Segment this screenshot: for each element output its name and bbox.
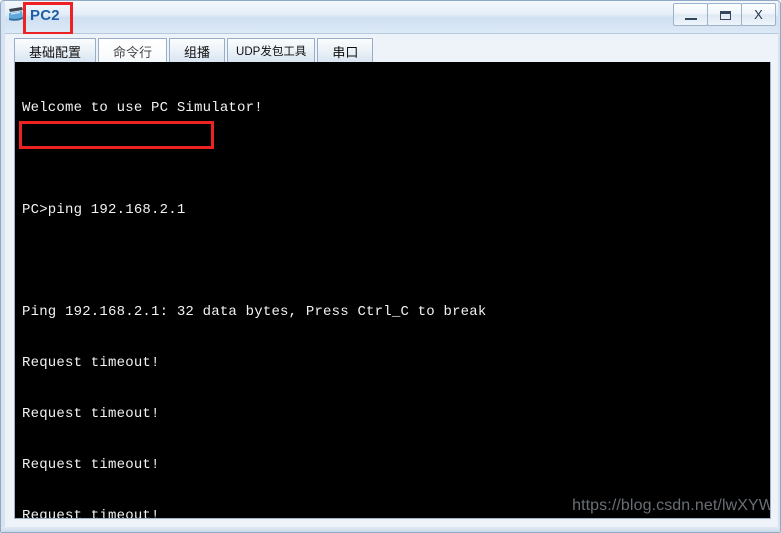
- terminal-text: Welcome to use PC Simulator! PC>ping 192…: [22, 66, 487, 519]
- tab-bar: 基础配置 命令行 组播 UDP发包工具 串口: [14, 37, 375, 63]
- window-controls: X: [673, 3, 776, 27]
- terminal-line: Request timeout!: [22, 355, 160, 371]
- tab-label: 组播: [184, 44, 211, 60]
- title-bar: PC2 X: [1, 1, 780, 35]
- terminal-line: Request timeout!: [22, 457, 160, 473]
- terminal-line: Request timeout!: [22, 406, 160, 422]
- terminal-line: Request timeout!: [22, 508, 160, 519]
- tab-label: 串口: [332, 44, 359, 60]
- terminal-line: Welcome to use PC Simulator!: [22, 100, 263, 116]
- tab-label: 基础配置: [29, 44, 82, 60]
- tab-basic-config[interactable]: 基础配置: [14, 38, 97, 63]
- tab-label: UDP发包工具: [236, 46, 307, 58]
- minimize-icon: [685, 18, 697, 20]
- terminal-line-command: PC>ping 192.168.2.1: [22, 202, 186, 218]
- close-icon: X: [754, 7, 763, 22]
- watermark-text: https://blog.csdn.net/lwXYW: [572, 497, 771, 514]
- maximize-button[interactable]: [707, 3, 742, 26]
- terminal-line: Ping 192.168.2.1: 32 data bytes, Press C…: [22, 304, 487, 320]
- tab-label: 命令行: [113, 44, 153, 60]
- tab-multicast[interactable]: 组播: [169, 38, 226, 63]
- content-panel: 基础配置 命令行 组播 UDP发包工具 串口 Welcome to use PC…: [6, 34, 777, 529]
- tab-serial-port[interactable]: 串口: [317, 38, 374, 63]
- maximize-icon: [720, 11, 731, 20]
- minimize-button[interactable]: [673, 3, 708, 26]
- tab-command-line[interactable]: 命令行: [98, 38, 168, 63]
- window-title: PC2: [30, 7, 60, 24]
- window-bottom-edge: [1, 527, 780, 532]
- terminal-output[interactable]: Welcome to use PC Simulator! PC>ping 192…: [14, 62, 771, 519]
- pc-simulator-window: PC2 X 基础配置 命令行 组播 UDP发包工具 串口 Welcome to …: [0, 0, 781, 533]
- close-button[interactable]: X: [741, 3, 776, 26]
- tab-udp-packet-tool[interactable]: UDP发包工具: [227, 38, 316, 63]
- pc-device-icon: [9, 7, 23, 21]
